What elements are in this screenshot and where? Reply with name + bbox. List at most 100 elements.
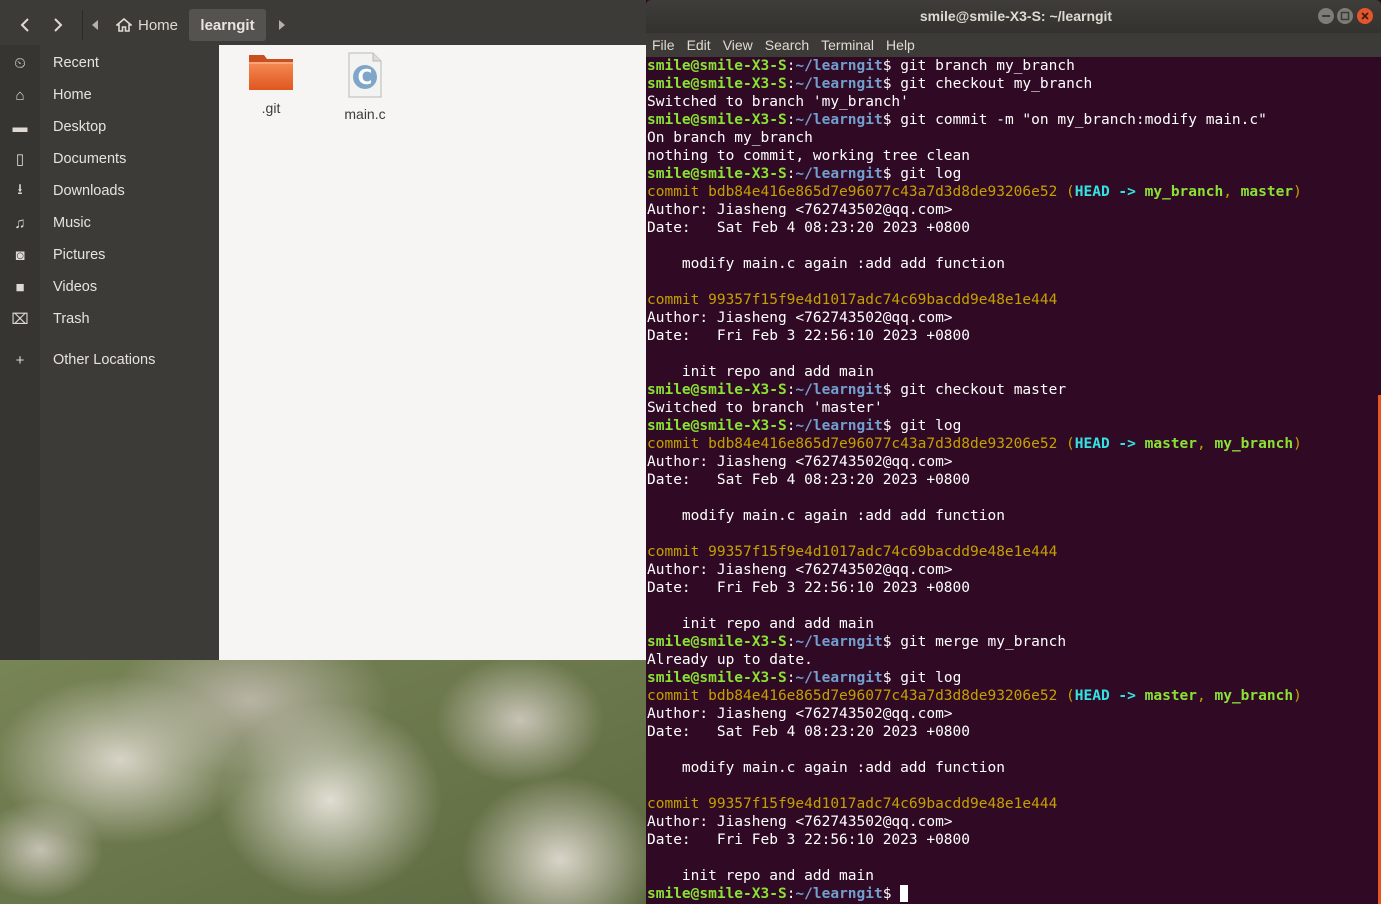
menu-terminal[interactable]: Terminal <box>815 37 880 53</box>
menu-view[interactable]: View <box>717 37 759 53</box>
branch-ref: my_branch <box>1214 688 1294 704</box>
toolbar-separator <box>82 10 83 40</box>
breadcrumb-current[interactable]: learngit <box>189 9 266 41</box>
minimize-button[interactable] <box>1318 8 1334 24</box>
path-scroll-left-button[interactable] <box>86 10 104 40</box>
terminal-titlebar[interactable]: smile@smile-X3-S: ~/learngit <box>646 0 1381 33</box>
maximize-icon <box>1340 11 1350 21</box>
ref-paren: ) <box>1293 436 1302 452</box>
terminal-output-line: init repo and add main <box>647 364 874 380</box>
branch-ref: my_branch <box>1144 184 1224 200</box>
triangle-right-icon <box>278 20 285 30</box>
ref-paren: ( <box>1057 688 1075 704</box>
prompt-symbol: $ <box>882 670 901 686</box>
terminal-command-line: smile@smile-X3-S:~/learngit$ git log <box>647 669 1377 687</box>
command-text: git checkout master <box>900 382 1067 398</box>
prompt-user: smile@smile-X3-S <box>647 886 787 902</box>
path-scroll-right-button[interactable] <box>272 10 290 40</box>
svg-text:C: C <box>358 65 373 89</box>
file-manager-header: Home learngit <box>0 0 646 45</box>
maximize-button[interactable] <box>1337 8 1353 24</box>
terminal-output-line: init repo and add main <box>647 616 874 632</box>
terminal-output-line: Author: Jiasheng <762743502@qq.com> <box>647 310 953 326</box>
file-item-git-folder[interactable]: .git <box>231 51 311 116</box>
terminal-output[interactable]: smile@smile-X3-S:~/learngit$ git branch … <box>647 57 1377 904</box>
sidebar-item-desktop[interactable]: ▬ Desktop <box>0 112 219 142</box>
terminal-output-line: Author: Jiasheng <762743502@qq.com> <box>647 814 953 830</box>
file-item-main-c[interactable]: C main.c <box>325 51 405 122</box>
commit-hash: commit bdb84e416e865d7e96077c43a7d3d8de9… <box>647 688 1058 704</box>
terminal-output-line: Author: Jiasheng <762743502@qq.com> <box>647 454 953 470</box>
c-source-file-icon: C <box>348 52 382 98</box>
terminal-prompt-line: smile@smile-X3-S:~/learngit$ <box>647 885 1377 903</box>
menu-file[interactable]: File <box>646 37 681 53</box>
sidebar-item-music[interactable]: ♫ Music <box>0 208 219 238</box>
music-icon: ♫ <box>14 214 26 232</box>
sidebar-item-downloads[interactable]: ⭳ Downloads <box>0 176 219 206</box>
breadcrumb-home[interactable]: Home <box>106 10 188 40</box>
menu-help[interactable]: Help <box>880 37 921 53</box>
back-button[interactable] <box>9 9 41 41</box>
ref-separator: , <box>1197 688 1215 704</box>
terminal-output-line: Author: Jiasheng <762743502@qq.com> <box>647 202 953 218</box>
head-ref: HEAD <box>1074 184 1110 200</box>
file-name: .git <box>261 100 281 116</box>
sidebar-item-documents[interactable]: ▯ Documents <box>0 144 219 174</box>
chevron-left-icon <box>20 18 29 32</box>
terminal-command-line: smile@smile-X3-S:~/learngit$ git checkou… <box>647 75 1377 93</box>
prompt-path: ~/learngit <box>795 670 883 686</box>
menu-search[interactable]: Search <box>759 37 815 53</box>
commit-hash: commit 99357f15f9e4d1017adc74c69bacdd9e4… <box>647 544 1058 560</box>
prompt-path: ~/learngit <box>795 886 883 902</box>
download-icon: ⭳ <box>17 180 23 198</box>
terminal-menubar: File Edit View Search Terminal Help <box>646 33 1381 57</box>
sidebar-item-label: Other Locations <box>53 352 156 368</box>
forward-button[interactable] <box>42 9 74 41</box>
sidebar-item-label: Pictures <box>53 247 106 263</box>
sidebar-item-label: Recent <box>53 55 99 71</box>
terminal-output-line: On branch my_branch <box>647 130 813 146</box>
commit-line: commit 99357f15f9e4d1017adc74c69bacdd9e4… <box>647 795 1377 813</box>
sidebar-item-trash[interactable]: ⌧ Trash <box>0 304 219 334</box>
commit-hash: commit bdb84e416e865d7e96077c43a7d3d8de9… <box>647 184 1058 200</box>
terminal-command-line: smile@smile-X3-S:~/learngit$ git branch … <box>647 57 1377 75</box>
branch-ref: my_branch <box>1214 436 1294 452</box>
terminal-output-line: modify main.c again :add add function <box>647 508 1005 524</box>
terminal-command-line: smile@smile-X3-S:~/learngit$ git log <box>647 165 1377 183</box>
prompt-symbol: $ <box>882 418 901 434</box>
sidebar-item-pictures[interactable]: ◙ Pictures <box>0 240 219 270</box>
prompt-symbol: $ <box>882 166 901 182</box>
ref-paren: ( <box>1057 184 1075 200</box>
sidebar-item-recent[interactable]: ⏲ Recent <box>0 48 219 78</box>
chevron-right-icon <box>54 18 63 32</box>
prompt-path: ~/learngit <box>795 634 883 650</box>
sidebar-item-home[interactable]: ⌂ Home <box>0 80 219 110</box>
terminal-output-line: Switched to branch 'master' <box>647 400 883 416</box>
ref-arrow: -> <box>1109 184 1145 200</box>
prompt-user: smile@smile-X3-S <box>647 166 787 182</box>
prompt-user: smile@smile-X3-S <box>647 670 787 686</box>
document-icon: ▯ <box>15 151 25 168</box>
close-button[interactable] <box>1357 8 1373 24</box>
terminal-output-line: Already up to date. <box>647 652 813 668</box>
terminal-output-line: Switched to branch 'my_branch' <box>647 94 909 110</box>
file-view[interactable]: .git C main.c <box>219 45 646 660</box>
terminal-output-line: Date: Sat Feb 4 08:23:20 2023 +0800 <box>647 220 971 236</box>
close-icon <box>1361 12 1369 20</box>
sidebar-item-label: Trash <box>53 311 90 327</box>
head-ref: HEAD <box>1074 436 1110 452</box>
sidebar-item-videos[interactable]: ■ Videos <box>0 272 219 302</box>
terminal-command-line: smile@smile-X3-S:~/learngit$ git commit … <box>647 111 1377 129</box>
terminal-output-line: nothing to commit, working tree clean <box>647 148 971 164</box>
sidebar-item-other-locations[interactable]: + Other Locations <box>0 345 219 375</box>
minimize-icon <box>1322 15 1330 17</box>
home-icon <box>116 18 132 32</box>
ref-arrow: -> <box>1109 436 1145 452</box>
commit-line: commit 99357f15f9e4d1017adc74c69bacdd9e4… <box>647 291 1377 309</box>
commit-line: commit bdb84e416e865d7e96077c43a7d3d8de9… <box>647 183 1377 201</box>
menu-edit[interactable]: Edit <box>681 37 717 53</box>
terminal-cursor <box>900 885 909 902</box>
terminal-command-line: smile@smile-X3-S:~/learngit$ git checkou… <box>647 381 1377 399</box>
